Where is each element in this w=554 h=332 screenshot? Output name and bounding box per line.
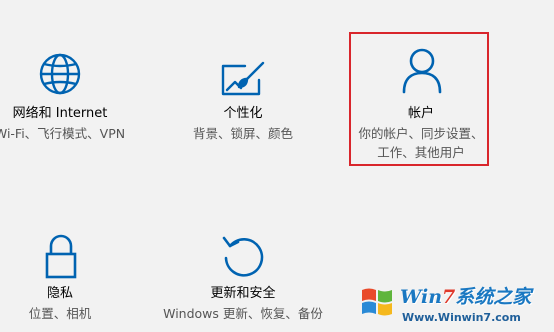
tile-title: 隐私 <box>46 286 73 301</box>
personalization-icon <box>221 61 265 96</box>
globe-icon <box>39 53 81 95</box>
windows-flag-icon <box>362 288 392 316</box>
tile-update-security[interactable]: 更新和安全 Windows 更新、恢复、备份 <box>143 222 343 332</box>
tile-title: 个性化 <box>223 106 263 121</box>
tile-description-line-1: 你的帐户、同步设置、 <box>358 126 484 141</box>
watermark-logo: Win7系统之家 <box>400 282 531 309</box>
site-watermark: Win7系统之家 Www.Winwin7.com <box>358 276 554 330</box>
person-icon <box>402 48 442 94</box>
watermark-logo-seven: 7 <box>442 286 456 308</box>
watermark-url: Www.Winwin7.com <box>402 311 521 324</box>
tile-accounts[interactable]: 帐户 你的帐户、同步设置、 工作、其他用户 <box>350 32 492 167</box>
tile-description: 位置、相机 <box>28 306 92 321</box>
tile-description: 背景、锁屏、颜色 <box>192 126 293 141</box>
watermark-logo-suffix: 系统之家 <box>455 286 532 308</box>
tile-title: 网络和 Internet <box>12 106 108 121</box>
watermark-logo-prefix: Win <box>400 286 443 308</box>
tile-personalization[interactable]: 个性化 背景、锁屏、颜色 <box>143 40 343 150</box>
tile-network-internet[interactable]: 网络和 Internet Wi-Fi、飞行模式、VPN <box>0 40 160 150</box>
tile-description: Wi-Fi、飞行模式、VPN <box>0 126 126 141</box>
tile-description-line-2: 工作、其他用户 <box>377 145 465 160</box>
lock-icon <box>45 234 77 279</box>
tile-title: 帐户 <box>407 106 434 121</box>
tile-privacy[interactable]: 隐私 位置、相机 <box>0 222 160 332</box>
tile-title: 更新和安全 <box>210 286 276 301</box>
tile-description: Windows 更新、恢复、备份 <box>163 306 323 321</box>
refresh-icon <box>222 236 264 277</box>
tile-description: 你的帐户、同步设置、 工作、其他用户 <box>350 124 492 162</box>
